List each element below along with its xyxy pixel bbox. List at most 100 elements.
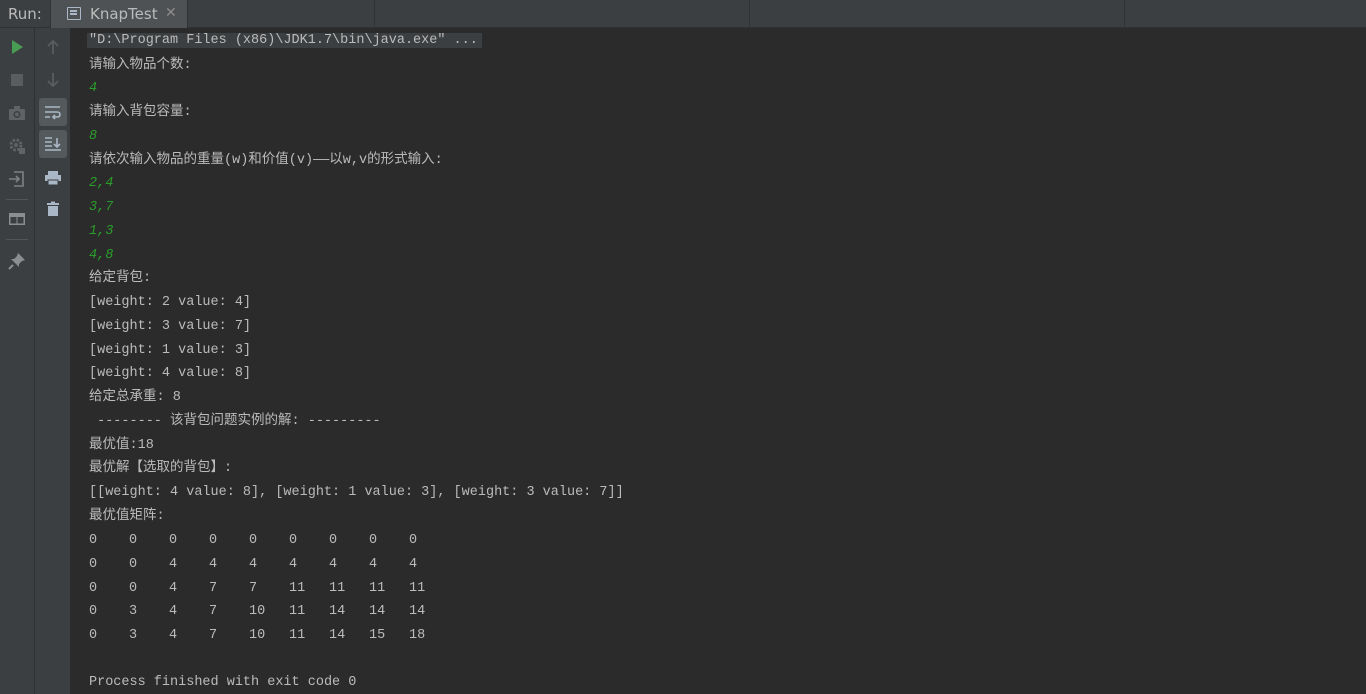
matrix-cell: 7 (209, 628, 218, 644)
toolbar-divider (1124, 0, 1125, 28)
soft-wrap-icon (45, 106, 61, 120)
toolbar-separator (6, 239, 28, 240)
best-solution-label: 最优解【选取的背包】: (89, 461, 233, 476)
exit-button[interactable] (3, 165, 31, 193)
matrix-cell: 0 (369, 533, 378, 548)
matrix-cell: 3 (129, 628, 138, 644)
prompt-count: 请输入物品个数: (89, 58, 192, 73)
matrix-cell: 10 (249, 604, 266, 620)
java-command[interactable]: "D:\Program Files (x86)\JDK1.7\bin\java.… (87, 33, 482, 48)
matrix-cell: 10 (249, 628, 266, 644)
restore-layout-button[interactable] (3, 205, 31, 233)
print-button[interactable] (39, 164, 67, 192)
matrix-cell: 0 (89, 604, 98, 620)
best-value: 最优值:18 (89, 438, 154, 453)
matrix-cell: 11 (289, 628, 306, 644)
tab-knaptest[interactable]: KnapTest ✕ (50, 0, 188, 28)
scroll-to-end-icon (45, 137, 61, 151)
matrix-cell: 11 (289, 580, 306, 596)
matrix-cell: 0 (89, 628, 98, 644)
matrix-cell: 0 (89, 556, 98, 572)
user-input: 2,4 (89, 176, 114, 191)
matrix-cell: 7 (249, 580, 258, 596)
matrix-cell: 15 (369, 628, 386, 644)
matrix-cell: 0 (129, 580, 138, 596)
tab-title: KnapTest (90, 5, 158, 23)
matrix-cell: 4 (169, 604, 178, 620)
best-solution: [[weight: 4 value: 8], [weight: 1 value:… (89, 485, 624, 500)
run-toolbar: Run: KnapTest ✕ (0, 0, 1366, 28)
rerun-button[interactable] (3, 33, 31, 61)
matrix-cell: 0 (129, 556, 138, 572)
dump-threads-button[interactable] (3, 99, 31, 127)
matrix-cell: 11 (289, 604, 306, 620)
run-label: Run: (8, 5, 42, 23)
matrix-cell: 7 (209, 604, 218, 620)
solution-header: -------- 该背包问题实例的解: --------- (89, 414, 381, 429)
console-left-toolbar (35, 28, 71, 694)
given-item: [weight: 1 value: 3] (89, 343, 252, 358)
clear-all-button[interactable] (39, 195, 67, 223)
matrix-cell: 4 (249, 556, 258, 572)
matrix-cell: 18 (409, 628, 426, 644)
matrix-cell: 0 (329, 533, 338, 548)
layout-icon (9, 213, 25, 225)
matrix-cell: 11 (369, 580, 386, 596)
arrow-up-icon (47, 39, 59, 54)
close-tab-icon[interactable]: ✕ (165, 5, 177, 21)
matrix-cell: 11 (409, 580, 426, 596)
user-input: 4,8 (89, 248, 114, 263)
matrix-cell: 3 (129, 604, 138, 620)
stop-button[interactable] (3, 66, 31, 94)
matrix-cell: 4 (169, 580, 178, 596)
matrix-cell: 4 (409, 556, 418, 572)
matrix-label: 最优值矩阵: (89, 509, 165, 524)
matrix-cell: 0 (249, 533, 258, 548)
matrix-cell: 14 (329, 604, 346, 620)
matrix-cell: 0 (209, 533, 218, 548)
user-input: 4 (89, 81, 98, 96)
given-item: [weight: 3 value: 7] (89, 319, 252, 334)
user-input: 3,7 (89, 200, 114, 215)
prompt-items: 请依次输入物品的重量(w)和价值(v)——以w,v的形式输入: (89, 153, 443, 168)
matrix-cell: 0 (89, 533, 98, 548)
toolbar-divider (374, 0, 375, 28)
camera-icon (9, 106, 25, 120)
pin-icon (8, 253, 25, 270)
settings-button[interactable] (3, 132, 31, 160)
run-left-toolbar (0, 28, 35, 694)
matrix-cell: 0 (89, 580, 98, 596)
prompt-capacity: 请输入背包容量: (89, 105, 192, 120)
exit-icon (9, 171, 24, 187)
matrix-cell: 4 (289, 556, 298, 572)
matrix-cell: 4 (369, 556, 378, 572)
given-label: 给定背包: (89, 271, 152, 286)
print-icon (45, 171, 61, 186)
arrow-down-icon (47, 73, 59, 88)
command-line: "D:\Program Files (x86)\JDK1.7\bin\java.… (87, 31, 482, 51)
given-item: [weight: 2 value: 4] (89, 295, 252, 310)
matrix-cell: 7 (209, 580, 218, 596)
stop-icon (11, 74, 23, 86)
matrix-cell: 14 (329, 628, 346, 644)
trash-icon (47, 201, 59, 216)
soft-wrap-button[interactable] (39, 98, 67, 126)
next-occurrence-button[interactable] (39, 66, 67, 94)
console-tab-icon (67, 7, 81, 20)
scroll-to-end-button[interactable] (39, 130, 67, 158)
matrix-cell: 4 (169, 556, 178, 572)
matrix-cell: 14 (409, 604, 426, 620)
user-input: 1,3 (89, 224, 114, 239)
pin-tab-button[interactable] (3, 247, 31, 275)
previous-occurrence-button[interactable] (39, 33, 67, 61)
toolbar-separator (6, 199, 28, 200)
matrix-cell: 0 (409, 533, 418, 548)
toolbar-divider (749, 0, 750, 28)
total-weight: 给定总承重: 8 (89, 390, 181, 405)
matrix-cell: 4 (209, 556, 218, 572)
exit-message: Process finished with exit code 0 (89, 675, 357, 690)
given-item: [weight: 4 value: 8] (89, 366, 252, 381)
matrix-cell: 4 (329, 556, 338, 572)
matrix-cell: 0 (289, 533, 298, 548)
matrix-cell: 0 (129, 533, 138, 548)
